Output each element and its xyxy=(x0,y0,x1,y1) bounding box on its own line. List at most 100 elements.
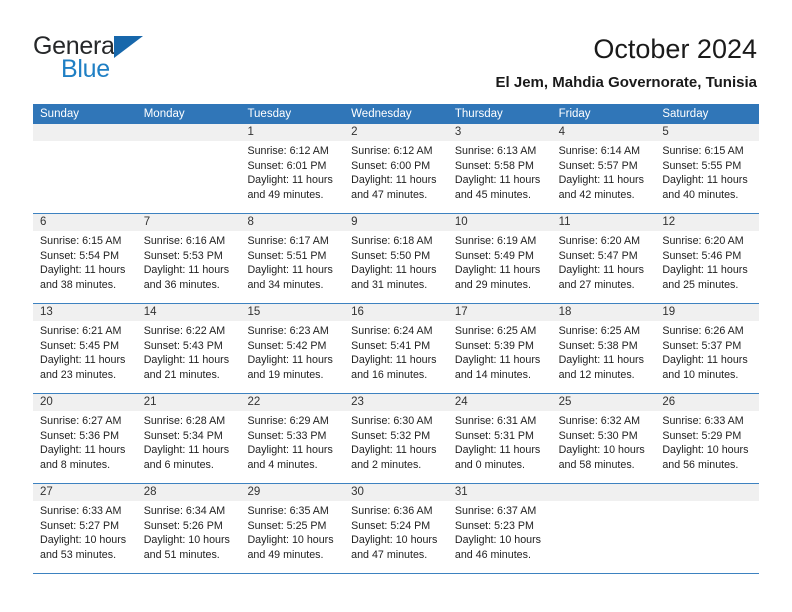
daylight-text: Daylight: 10 hours xyxy=(558,444,645,457)
day-number-strip: 11 xyxy=(551,214,656,231)
calendar-day-cell[interactable]: 20 Sunrise: 6:27 AM Sunset: 5:36 PM Dayligh… xyxy=(33,394,137,483)
calendar-day-cell[interactable]: 15 Sunrise: 6:23 AM Sunset: 5:42 PM Dayligh… xyxy=(240,304,345,393)
calendar-week-row: 6 Sunrise: 6:15 AM Sunset: 5:54 PM Daylight… xyxy=(33,214,760,304)
day-details: Sunrise: 6:12 AM Sunset: 6:01 PM Daylight:… xyxy=(240,141,344,202)
day-number-strip: 9 xyxy=(344,214,448,231)
daylight-text-cont: and 10 minutes. xyxy=(662,368,739,381)
daylight-text: Daylight: 11 hours xyxy=(454,354,541,367)
calendar-day-cell[interactable]: 31 Sunrise: 6:37 AM Sunset: 5:23 PM Dayligh… xyxy=(447,484,552,573)
day-number: 31 xyxy=(454,486,468,498)
calendar-day-cell[interactable]: 17 Sunrise: 6:25 AM Sunset: 5:39 PM Dayligh… xyxy=(447,304,552,393)
daylight-text-cont: and 47 minutes. xyxy=(351,188,428,201)
general-blue-logo[interactable]: General Blue xyxy=(33,32,263,84)
daylight-text-cont: and 49 minutes. xyxy=(247,548,324,561)
daylight-text-cont: and 46 minutes. xyxy=(454,548,531,561)
day-number: 19 xyxy=(662,306,676,318)
day-number-strip: 6 xyxy=(33,214,137,231)
sunrise-text: Sunrise: 6:27 AM xyxy=(40,415,122,427)
calendar-day-cell[interactable]: 12 Sunrise: 6:20 AM Sunset: 5:46 PM Dayligh… xyxy=(655,214,760,303)
calendar-day-cell[interactable]: 5 Sunrise: 6:15 AM Sunset: 5:55 PM Daylight… xyxy=(655,124,760,213)
day-number-strip: 19 xyxy=(655,304,760,321)
calendar-day-cell[interactable]: 16 Sunrise: 6:24 AM Sunset: 5:41 PM Dayligh… xyxy=(344,304,448,393)
sunset-text: Sunset: 5:38 PM xyxy=(558,339,638,352)
daylight-text: Daylight: 11 hours xyxy=(247,264,333,277)
day-details: Sunrise: 6:29 AM Sunset: 5:33 PM Daylight:… xyxy=(240,411,344,472)
calendar-day-cell[interactable]: 19 Sunrise: 6:26 AM Sunset: 5:37 PM Dayligh… xyxy=(655,304,760,393)
calendar-day-cell[interactable]: 7 Sunrise: 6:16 AM Sunset: 5:53 PM Daylight… xyxy=(136,214,241,303)
daylight-text: Daylight: 11 hours xyxy=(662,354,748,367)
daylight-text-cont: and 58 minutes. xyxy=(558,458,635,471)
day-details xyxy=(33,141,137,144)
calendar-day-cell[interactable]: 29 Sunrise: 6:35 AM Sunset: 5:25 PM Dayligh… xyxy=(240,484,345,573)
day-details: Sunrise: 6:23 AM Sunset: 5:42 PM Daylight:… xyxy=(240,321,344,382)
calendar-day-cell[interactable]: 14 Sunrise: 6:22 AM Sunset: 5:43 PM Dayligh… xyxy=(136,304,241,393)
calendar-day-cell[interactable]: 23 Sunrise: 6:30 AM Sunset: 5:32 PM Dayligh… xyxy=(344,394,448,483)
sunset-text: Sunset: 5:25 PM xyxy=(247,519,327,532)
daylight-text-cont: and 40 minutes. xyxy=(662,188,739,201)
daylight-text-cont: and 42 minutes. xyxy=(558,188,635,201)
calendar-day-cell[interactable]: 3 Sunrise: 6:13 AM Sunset: 5:58 PM Daylight… xyxy=(447,124,552,213)
calendar-day-cell[interactable]: 2 Sunrise: 6:12 AM Sunset: 6:00 PM Daylight… xyxy=(344,124,448,213)
calendar-day-cell[interactable]: 13 Sunrise: 6:21 AM Sunset: 5:45 PM Dayligh… xyxy=(33,304,137,393)
sunrise-text: Sunrise: 6:14 AM xyxy=(558,145,640,157)
day-details: Sunrise: 6:25 AM Sunset: 5:39 PM Daylight:… xyxy=(448,321,552,382)
day-details: Sunrise: 6:13 AM Sunset: 5:58 PM Daylight:… xyxy=(448,141,552,202)
day-number: 30 xyxy=(351,486,364,498)
day-number-strip: 3 xyxy=(447,124,552,141)
daylight-text: Daylight: 11 hours xyxy=(247,354,333,367)
calendar-day-cell[interactable]: 9 Sunrise: 6:18 AM Sunset: 5:50 PM Daylight… xyxy=(344,214,448,303)
daylight-text: Daylight: 11 hours xyxy=(558,264,644,277)
calendar-day-cell[interactable]: 27 Sunrise: 6:33 AM Sunset: 5:27 PM Dayligh… xyxy=(33,484,137,573)
daylight-text-cont: and 47 minutes. xyxy=(351,548,428,561)
title-block: October 2024 El Jem, Mahdia Governorate,… xyxy=(496,33,757,92)
daylight-text-cont: and 12 minutes. xyxy=(558,368,635,381)
calendar-day-cell[interactable]: 26 Sunrise: 6:33 AM Sunset: 5:29 PM Dayligh… xyxy=(655,394,760,483)
calendar-day-cell[interactable]: 30 Sunrise: 6:36 AM Sunset: 5:24 PM Dayligh… xyxy=(344,484,448,573)
calendar-day-cell[interactable]: 10 Sunrise: 6:19 AM Sunset: 5:49 PM Dayligh… xyxy=(447,214,552,303)
calendar-day-cell[interactable]: 22 Sunrise: 6:29 AM Sunset: 5:33 PM Dayligh… xyxy=(240,394,345,483)
calendar-day-cell[interactable]: 28 Sunrise: 6:34 AM Sunset: 5:26 PM Dayligh… xyxy=(136,484,241,573)
calendar-day-cell[interactable]: 24 Sunrise: 6:31 AM Sunset: 5:31 PM Dayligh… xyxy=(447,394,552,483)
calendar-day-cell[interactable]: 18 Sunrise: 6:25 AM Sunset: 5:38 PM Dayligh… xyxy=(551,304,656,393)
daylight-text-cont: and 31 minutes. xyxy=(351,278,428,291)
sunset-text: Sunset: 5:24 PM xyxy=(351,519,431,532)
day-number: 18 xyxy=(558,306,572,318)
daylight-text-cont: and 49 minutes. xyxy=(247,188,324,201)
sunset-text: Sunset: 6:00 PM xyxy=(351,159,431,172)
sunrise-text: Sunrise: 6:36 AM xyxy=(351,505,433,517)
daylight-text-cont: and 14 minutes. xyxy=(454,368,531,381)
day-number-strip: 2 xyxy=(344,124,448,141)
daylight-text-cont: and 23 minutes. xyxy=(40,368,117,381)
sunset-text: Sunset: 5:46 PM xyxy=(662,249,742,262)
sunrise-text: Sunrise: 6:33 AM xyxy=(40,505,122,517)
day-details: Sunrise: 6:15 AM Sunset: 5:54 PM Daylight:… xyxy=(33,231,137,292)
day-number: 25 xyxy=(558,396,572,408)
day-number-strip: 8 xyxy=(240,214,345,231)
daylight-text: Daylight: 11 hours xyxy=(662,174,748,187)
day-number: 3 xyxy=(454,126,462,138)
daylight-text-cont: and 38 minutes. xyxy=(40,278,117,291)
daylight-text: Daylight: 10 hours xyxy=(454,534,542,547)
calendar-day-cell[interactable]: 21 Sunrise: 6:28 AM Sunset: 5:34 PM Dayligh… xyxy=(136,394,241,483)
day-number: 15 xyxy=(247,306,261,318)
calendar-day-cell[interactable]: 8 Sunrise: 6:17 AM Sunset: 5:51 PM Daylight… xyxy=(240,214,345,303)
calendar-day-cell[interactable]: 25 Sunrise: 6:32 AM Sunset: 5:30 PM Dayligh… xyxy=(551,394,656,483)
day-details: Sunrise: 6:33 AM Sunset: 5:29 PM Daylight:… xyxy=(655,411,759,472)
calendar-week-row: 27 Sunrise: 6:33 AM Sunset: 5:27 PM Dayligh… xyxy=(33,484,760,574)
day-number: 23 xyxy=(351,396,364,408)
sunrise-text: Sunrise: 6:30 AM xyxy=(351,415,433,427)
sunset-text: Sunset: 5:33 PM xyxy=(247,429,327,442)
calendar-day-cell[interactable]: 1 Sunrise: 6:12 AM Sunset: 6:01 PM Daylight… xyxy=(240,124,345,213)
calendar-day-cell[interactable]: 4 Sunrise: 6:14 AM Sunset: 5:57 PM Daylight… xyxy=(551,124,656,213)
sunset-text: Sunset: 5:39 PM xyxy=(454,339,534,352)
daylight-text-cont: and 36 minutes. xyxy=(143,278,220,291)
day-number-strip: 13 xyxy=(33,304,137,321)
day-details: Sunrise: 6:17 AM Sunset: 5:51 PM Daylight:… xyxy=(240,231,344,292)
day-number: 20 xyxy=(40,396,53,408)
calendar-day-cell[interactable]: 11 Sunrise: 6:20 AM Sunset: 5:47 PM Dayligh… xyxy=(551,214,656,303)
calendar-day-cell[interactable]: 6 Sunrise: 6:15 AM Sunset: 5:54 PM Daylight… xyxy=(33,214,137,303)
day-details: Sunrise: 6:34 AM Sunset: 5:26 PM Daylight:… xyxy=(137,501,241,562)
daylight-text-cont: and 8 minutes. xyxy=(40,458,111,471)
daylight-text: Daylight: 10 hours xyxy=(143,534,230,547)
sunrise-text: Sunrise: 6:35 AM xyxy=(247,505,329,517)
